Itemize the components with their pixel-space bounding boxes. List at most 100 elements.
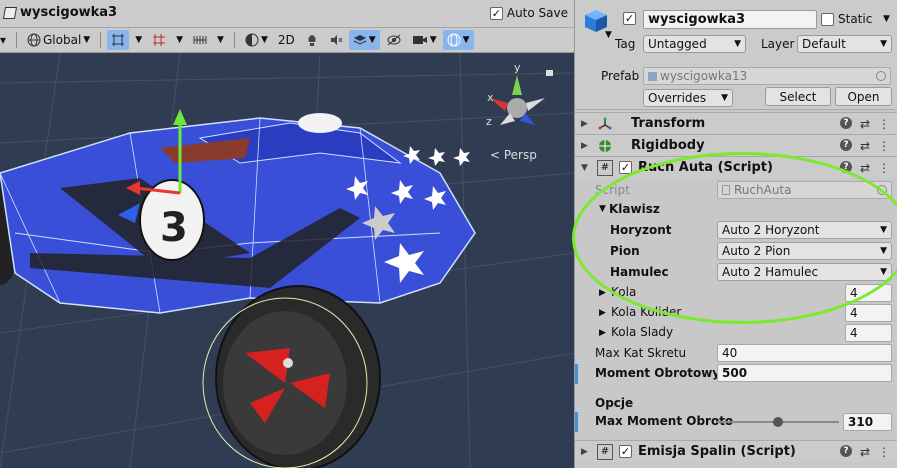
klawisz-collapse-arrow[interactable]: ▼ <box>599 204 606 214</box>
script-value: RuchAuta <box>734 183 792 197</box>
pion-dropdown[interactable]: Auto 2 Pion ▼ <box>717 242 892 260</box>
increment-snap-dropdown[interactable]: ▼ <box>172 30 187 50</box>
component-rigidbody-header[interactable]: ▶ Rigidbody ? ⇄ ⋮ <box>575 134 897 156</box>
increment-snap-icon <box>153 34 166 46</box>
increment-snap-button[interactable] <box>148 30 170 50</box>
autosave-checkbox[interactable]: ✓ <box>489 6 503 20</box>
gizmo-y-label: y <box>514 61 521 74</box>
select-button[interactable]: Select <box>765 87 831 106</box>
hamulec-label: Hamulec <box>610 265 669 279</box>
shading-mode-button[interactable]: ▼ <box>241 30 272 50</box>
kola-slady-size-field[interactable]: 4 <box>845 324 892 342</box>
expand-arrow-icon[interactable]: ▶ <box>581 119 593 129</box>
icon-dropdown-chevron[interactable]: ▼ <box>605 30 612 40</box>
open-button[interactable]: Open <box>835 87 892 106</box>
prefab-field[interactable]: wyscigowka13 <box>643 67 891 85</box>
perspective-label[interactable]: < Persp <box>490 148 537 162</box>
context-menu-icon[interactable]: ⋮ <box>878 161 890 175</box>
context-menu-icon[interactable]: ⋮ <box>878 445 890 459</box>
grid-visibility-dropdown[interactable]: ▼ <box>213 30 228 50</box>
prefab-label: Prefab <box>601 69 640 83</box>
audio-toggle-button[interactable] <box>325 30 347 50</box>
layer-dropdown[interactable]: Default ▼ <box>797 35 892 53</box>
pion-label: Pion <box>610 244 640 258</box>
context-menu-icon[interactable]: ⋮ <box>878 139 890 153</box>
help-icon[interactable]: ? <box>839 138 852 151</box>
kola-expand-arrow[interactable]: ▶ <box>599 288 606 298</box>
component-enabled-checkbox[interactable]: ✓ <box>619 161 632 174</box>
context-menu-icon[interactable]: ⋮ <box>878 117 890 131</box>
presets-icon[interactable]: ⇄ <box>860 161 870 175</box>
horyzont-value: Auto 2 Horyzont <box>722 223 820 237</box>
script-label: Script <box>595 183 630 197</box>
chevron-down-icon: ▼ <box>880 246 887 256</box>
lighting-toggle-button[interactable] <box>301 30 323 50</box>
scene-canvas[interactable]: 3 y x z <box>0 52 574 468</box>
override-indicator <box>575 364 578 384</box>
expand-arrow-icon[interactable]: ▶ <box>581 447 593 457</box>
kola-kolider-size-field[interactable]: 4 <box>845 304 892 322</box>
gizmos-button[interactable]: ▼ <box>442 30 474 50</box>
grid-snap-button[interactable] <box>107 30 130 50</box>
kola-slady-expand-arrow[interactable]: ▶ <box>599 328 606 338</box>
grid-visibility-button[interactable] <box>189 30 211 50</box>
presets-icon[interactable]: ⇄ <box>860 139 870 153</box>
chevron-down-icon: ▼ <box>721 93 728 103</box>
static-dropdown-chevron[interactable]: ▼ <box>883 14 890 24</box>
component-emisja-spalin-header[interactable]: ▶ # ✓ Emisja Spalin (Script) ? ⇄ ⋮ <box>575 440 897 462</box>
effects-toggle-button[interactable]: ▼ <box>348 30 380 50</box>
grid-snap-dropdown[interactable]: ▼ <box>131 30 146 50</box>
collapse-arrow-icon[interactable]: ▼ <box>581 163 593 173</box>
object-picker-icon[interactable] <box>876 71 886 81</box>
component-ruch-auta-header[interactable]: ▼ # ✓ Ruch Auta (Script) ? ⇄ ⋮ <box>575 156 897 178</box>
overrides-dropdown[interactable]: Overrides ▼ <box>643 89 733 107</box>
shading-sphere-icon <box>245 33 259 47</box>
help-icon[interactable]: ? <box>839 116 852 129</box>
script-field[interactable]: RuchAuta <box>717 181 892 199</box>
hamulec-dropdown[interactable]: Auto 2 Hamulec ▼ <box>717 263 892 281</box>
slider-thumb[interactable] <box>773 417 783 427</box>
camera-settings-button[interactable]: ▼ <box>408 30 441 50</box>
override-indicator <box>575 412 578 432</box>
scene-toolbar: ▾ Global ▼ ▼ ▼ ▼ ▼ 2D ▼ ▼ ▼ <box>0 28 574 53</box>
object-name-field[interactable]: wyscigowka3 <box>643 10 817 29</box>
presets-icon[interactable]: ⇄ <box>860 117 870 131</box>
gizmo-x-label: x <box>487 91 494 104</box>
component-transform-header[interactable]: ▶ Transform ? ⇄ ⋮ <box>575 112 897 134</box>
active-checkbox[interactable]: ✓ <box>623 12 636 25</box>
camera-icon <box>412 36 427 44</box>
component-title: Ruch Auta (Script) <box>638 160 773 175</box>
kola-slady-label: Kola Slady <box>611 325 674 339</box>
lock-icon[interactable] <box>546 70 553 76</box>
hidden-objects-button[interactable] <box>382 30 406 50</box>
chevron-down-icon: ▼ <box>368 35 376 45</box>
moment-obrotowy-label: Moment Obrotowy H <box>595 366 735 380</box>
global-dropdown[interactable]: Global ▼ <box>23 30 94 50</box>
help-icon[interactable]: ? <box>839 444 852 457</box>
component-enabled-checkbox[interactable]: ✓ <box>619 445 632 458</box>
moment-obrotowy-field[interactable]: 500 <box>717 364 892 382</box>
chevron-down-icon: ▼ <box>462 35 470 45</box>
toolbar-overflow-button[interactable]: ▾ <box>0 30 10 50</box>
scene-view[interactable]: wyscigowka3 ✓ Auto Save ▾ Global ▼ ▼ ▼ ▼… <box>0 0 574 468</box>
max-kat-skretu-field[interactable]: 40 <box>717 344 892 362</box>
orientation-gizmo[interactable] <box>490 75 545 125</box>
max-moment-obroto-label: Max Moment Obroto <box>595 414 734 428</box>
autosave-toggle[interactable]: ✓ Auto Save <box>489 6 568 20</box>
kola-kolider-expand-arrow[interactable]: ▶ <box>599 308 606 318</box>
object-picker-icon[interactable] <box>877 185 887 195</box>
autosave-label: Auto Save <box>506 6 568 20</box>
tag-dropdown[interactable]: Untagged ▼ <box>643 35 746 53</box>
presets-icon[interactable]: ⇄ <box>860 445 870 459</box>
horyzont-dropdown[interactable]: Auto 2 Horyzont ▼ <box>717 221 892 239</box>
max-moment-obroto-field[interactable]: 310 <box>843 413 892 431</box>
kola-size-field[interactable]: 4 <box>845 284 892 302</box>
help-icon[interactable]: ? <box>839 160 852 173</box>
expand-arrow-icon[interactable]: ▶ <box>581 141 593 151</box>
tag-label: Tag <box>615 37 636 51</box>
static-checkbox[interactable] <box>821 13 834 26</box>
mode-2d-button[interactable]: 2D <box>274 30 299 50</box>
max-moment-slider[interactable] <box>717 413 839 431</box>
grid-snap-icon <box>112 34 125 46</box>
global-label: Global <box>43 33 82 47</box>
